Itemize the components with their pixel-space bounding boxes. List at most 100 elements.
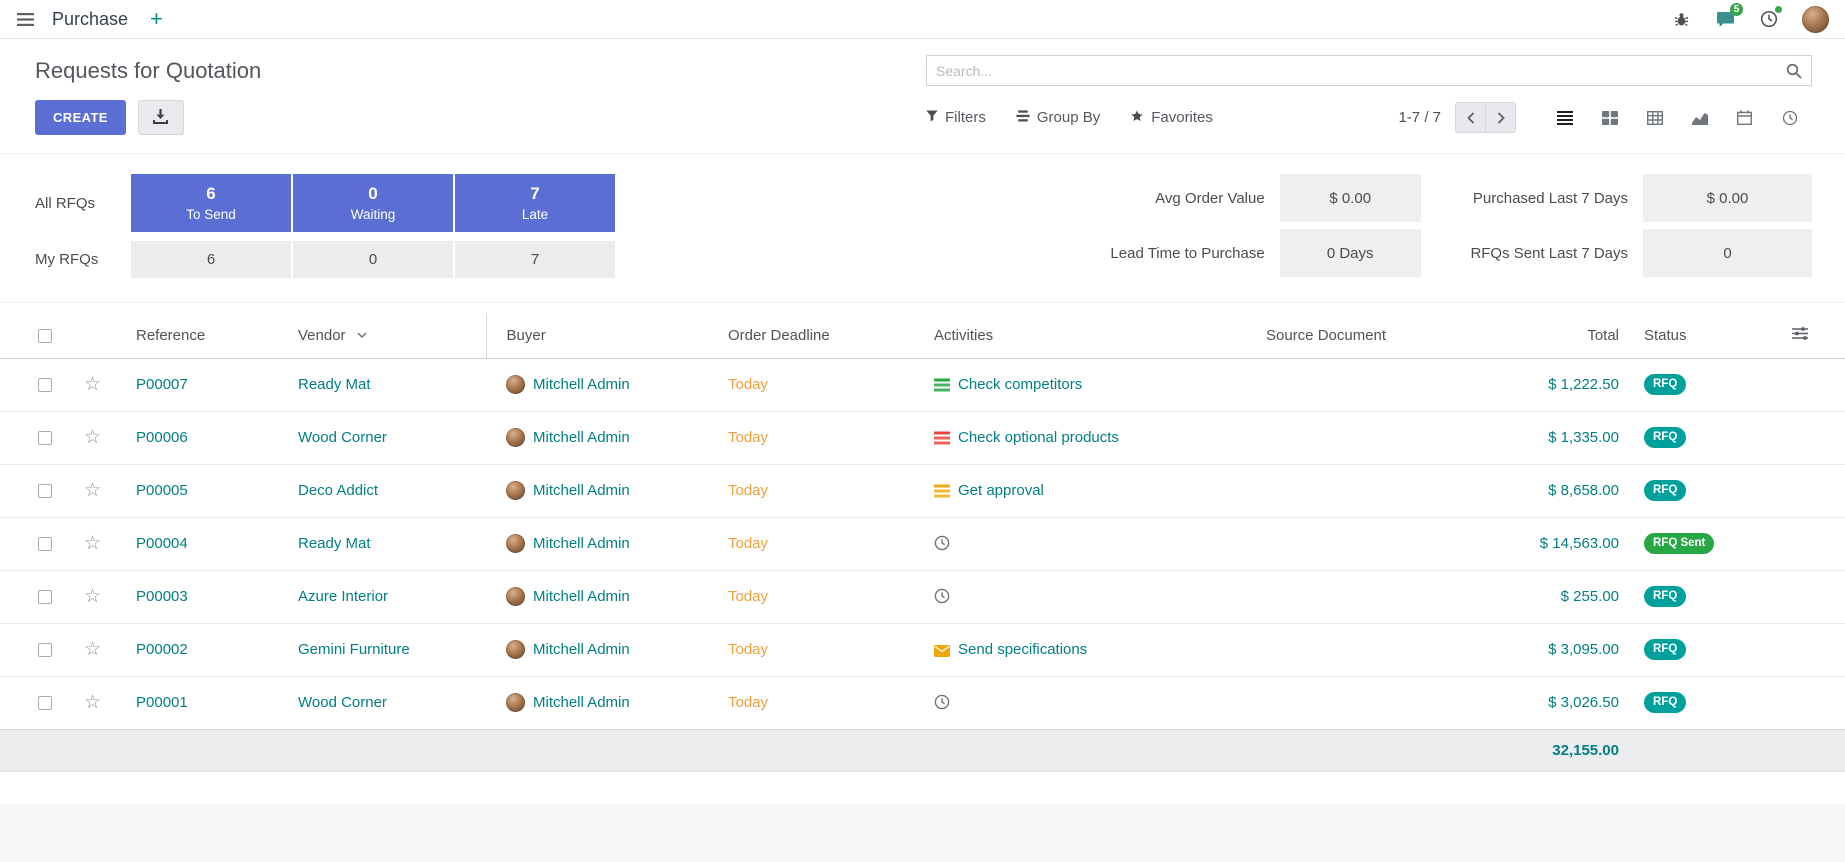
row-total: $ 3,095.00 bbox=[1430, 623, 1625, 676]
apps-menu-icon[interactable] bbox=[14, 7, 36, 31]
favorite-star-icon[interactable]: ☆ bbox=[84, 426, 101, 448]
pager-previous-button[interactable] bbox=[1455, 102, 1486, 133]
late-card[interactable]: 7 Late bbox=[455, 174, 615, 232]
optional-columns-icon[interactable] bbox=[1755, 313, 1845, 358]
buyer-link[interactable]: Mitchell Admin bbox=[533, 694, 630, 711]
row-checkbox[interactable] bbox=[38, 484, 52, 498]
app-name[interactable]: Purchase bbox=[52, 9, 128, 30]
table-row[interactable]: ☆P00001Wood CornerMitchell AdminToday$ 3… bbox=[0, 676, 1845, 729]
row-checkbox[interactable] bbox=[38, 431, 52, 445]
column-header-order-deadline[interactable]: Order Deadline bbox=[708, 313, 914, 358]
table-row[interactable]: ☆P00004Ready MatMitchell AdminToday$ 14,… bbox=[0, 517, 1845, 570]
my-to-send-card[interactable]: 6 bbox=[131, 241, 291, 278]
vendor-link[interactable]: Ready Mat bbox=[298, 376, 371, 393]
column-header-status[interactable]: Status bbox=[1625, 313, 1755, 358]
vendor-link[interactable]: Deco Addict bbox=[298, 482, 378, 499]
row-checkbox[interactable] bbox=[38, 378, 52, 392]
waiting-card[interactable]: 0 Waiting bbox=[293, 174, 453, 232]
messages-icon[interactable]: 5 bbox=[1714, 7, 1736, 31]
todo-list-icon[interactable] bbox=[934, 484, 950, 498]
row-checkbox[interactable] bbox=[38, 537, 52, 551]
activities-clock-icon[interactable] bbox=[1758, 7, 1780, 31]
column-header-source-document[interactable]: Source Document bbox=[1246, 313, 1430, 358]
vendor-link[interactable]: Gemini Furniture bbox=[298, 641, 410, 658]
buyer-avatar bbox=[506, 587, 525, 606]
filters-button[interactable]: Filters bbox=[926, 109, 986, 126]
vendor-link[interactable]: Wood Corner bbox=[298, 694, 387, 711]
buyer-link[interactable]: Mitchell Admin bbox=[533, 429, 630, 446]
todo-list-icon[interactable] bbox=[934, 431, 950, 445]
activity-link[interactable]: Check optional products bbox=[958, 429, 1119, 446]
favorite-star-icon[interactable]: ☆ bbox=[84, 585, 101, 607]
view-switch-kanban-icon[interactable] bbox=[1587, 102, 1632, 133]
import-button[interactable] bbox=[138, 100, 184, 135]
reference-link[interactable]: P00002 bbox=[136, 641, 188, 658]
todo-list-icon[interactable] bbox=[934, 378, 950, 392]
row-checkbox[interactable] bbox=[38, 643, 52, 657]
my-to-send-count: 6 bbox=[207, 251, 215, 268]
view-switch-activity-icon[interactable] bbox=[1767, 102, 1812, 133]
clock-icon[interactable] bbox=[934, 535, 950, 551]
clock-icon[interactable] bbox=[934, 588, 950, 604]
vendor-link[interactable]: Ready Mat bbox=[298, 535, 371, 552]
vendor-link[interactable]: Wood Corner bbox=[298, 429, 387, 446]
user-avatar[interactable] bbox=[1802, 6, 1829, 33]
reference-link[interactable]: P00001 bbox=[136, 694, 188, 711]
activity-link[interactable]: Send specifications bbox=[958, 641, 1087, 658]
view-switch-pivot-icon[interactable] bbox=[1632, 102, 1677, 133]
buyer-link[interactable]: Mitchell Admin bbox=[533, 376, 630, 393]
favorite-star-icon[interactable]: ☆ bbox=[84, 479, 101, 501]
favorite-star-icon[interactable]: ☆ bbox=[84, 532, 101, 554]
table-row[interactable]: ☆ P00006 Wood Corner Mitchell Admin Today Che… bbox=[0, 411, 1845, 464]
favorite-star-icon[interactable]: ☆ bbox=[84, 638, 101, 660]
pager-next-button[interactable] bbox=[1485, 102, 1516, 133]
table-row[interactable]: ☆ P00003 Azure Interior Mitchell Admin Today… bbox=[0, 570, 1845, 623]
activity-link[interactable]: Check competitors bbox=[958, 376, 1082, 393]
group-by-button[interactable]: Group By bbox=[1016, 109, 1100, 126]
table-row[interactable]: ☆P00005Deco AddictMitchell AdminTodayGet… bbox=[0, 464, 1845, 517]
buyer-link[interactable]: Mitchell Admin bbox=[533, 482, 630, 499]
reference-link[interactable]: P00007 bbox=[136, 376, 188, 393]
debug-bug-icon[interactable] bbox=[1670, 7, 1692, 31]
my-late-card[interactable]: 7 bbox=[455, 241, 615, 278]
table-row[interactable]: ☆ P00007 Ready Mat Mitchell Admin Today Check… bbox=[0, 358, 1845, 411]
view-switch-graph-icon[interactable] bbox=[1677, 102, 1722, 133]
order-deadline-value: Today bbox=[728, 376, 768, 393]
column-header-buyer[interactable]: Buyer bbox=[486, 313, 708, 358]
reference-link[interactable]: P00004 bbox=[136, 535, 188, 552]
column-header-activities[interactable]: Activities bbox=[914, 313, 1246, 358]
clock-icon[interactable] bbox=[934, 694, 950, 710]
buyer-link[interactable]: Mitchell Admin bbox=[533, 588, 630, 605]
favorite-star-icon[interactable]: ☆ bbox=[84, 691, 101, 713]
vendor-link[interactable]: Azure Interior bbox=[298, 588, 388, 605]
activity-link[interactable]: Get approval bbox=[958, 482, 1044, 499]
page-title: Requests for Quotation bbox=[35, 58, 926, 84]
view-switch-calendar-icon[interactable] bbox=[1722, 102, 1767, 133]
column-header-reference[interactable]: Reference bbox=[118, 313, 278, 358]
my-waiting-card[interactable]: 0 bbox=[293, 241, 453, 278]
reference-link[interactable]: P00003 bbox=[136, 588, 188, 605]
select-all-checkbox[interactable] bbox=[38, 329, 52, 343]
buyer-link[interactable]: Mitchell Admin bbox=[533, 641, 630, 658]
reference-link[interactable]: P00006 bbox=[136, 429, 188, 446]
table-footer-row: 32,155.00 bbox=[0, 729, 1845, 771]
to-send-card[interactable]: 6 To Send bbox=[131, 174, 291, 232]
quick-add-icon[interactable]: + bbox=[150, 8, 163, 30]
row-checkbox[interactable] bbox=[38, 696, 52, 710]
buyer-link[interactable]: Mitchell Admin bbox=[533, 535, 630, 552]
order-deadline-value: Today bbox=[728, 588, 768, 605]
search-input[interactable] bbox=[927, 56, 1811, 85]
column-header-total[interactable]: Total bbox=[1430, 313, 1625, 358]
order-deadline-value: Today bbox=[728, 429, 768, 446]
search-icon[interactable] bbox=[1786, 63, 1802, 83]
envelope-icon[interactable] bbox=[934, 645, 950, 657]
row-total: $ 3,026.50 bbox=[1430, 676, 1625, 729]
table-row[interactable]: ☆P00002Gemini FurnitureMitchell AdminTod… bbox=[0, 623, 1845, 676]
reference-link[interactable]: P00005 bbox=[136, 482, 188, 499]
create-button[interactable]: CREATE bbox=[35, 100, 126, 135]
favorite-star-icon[interactable]: ☆ bbox=[84, 373, 101, 395]
favorites-button[interactable]: Favorites bbox=[1130, 109, 1213, 127]
row-checkbox[interactable] bbox=[38, 590, 52, 604]
column-header-vendor[interactable]: Vendor bbox=[278, 313, 486, 358]
view-switch-list-icon[interactable] bbox=[1542, 102, 1587, 133]
